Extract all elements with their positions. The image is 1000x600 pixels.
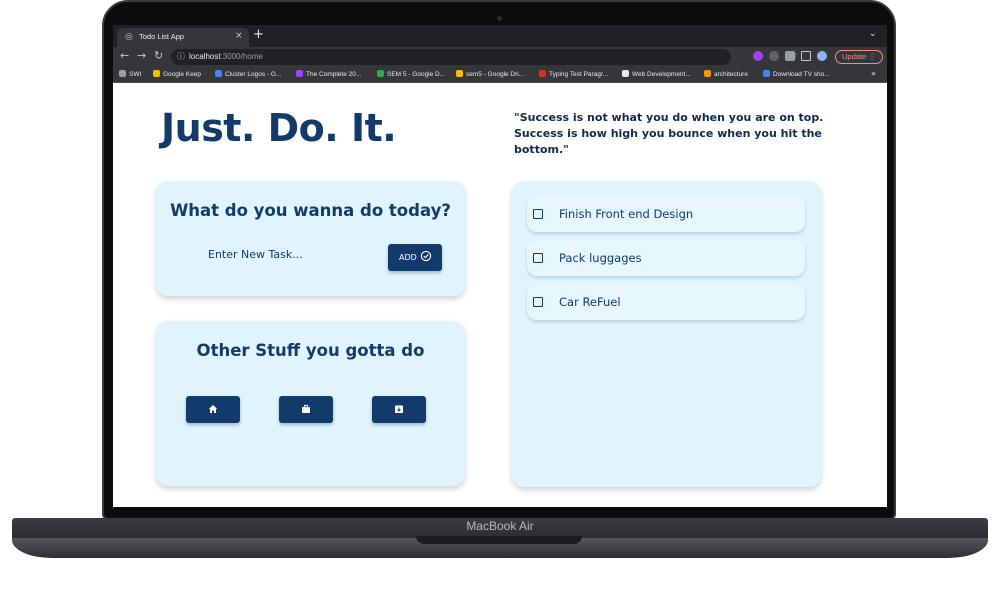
bookmark-label: The Complete 20...: [306, 71, 362, 78]
bookmark[interactable]: Typing Test Paragr...: [539, 70, 608, 78]
category-work-button[interactable]: [279, 396, 333, 423]
extension-icon[interactable]: [769, 51, 779, 61]
todo-item[interactable]: Car ReFuel: [527, 284, 805, 320]
puzzle-icon[interactable]: [785, 51, 795, 61]
add-button-label: ADD: [399, 253, 417, 262]
bookmark-icon: [119, 70, 126, 77]
bookmark-label: SWI: [129, 71, 142, 78]
bookmark[interactable]: Web Development...: [622, 70, 691, 78]
page-title: Just. Do. It.: [161, 106, 397, 150]
browser-tab-bar: ◎ Todo List App × + ⌄: [113, 25, 887, 47]
add-task-card: What do you wanna do today? ADD: [156, 181, 465, 296]
bookmark-label: architecture: [714, 71, 748, 78]
bookmark[interactable]: sem5 - Google Dri...: [456, 70, 524, 78]
category-home-button[interactable]: [186, 396, 240, 423]
bookmarks-bar: SWI Google Keep Cluster Logos - G... The…: [113, 67, 887, 83]
bookmark-label: Cluster Logos - G...: [225, 71, 282, 78]
address-bar[interactable]: ⓘ localhost:3000/home ⇪ ☆: [171, 49, 798, 65]
check-circle-icon: [420, 250, 432, 262]
add-task-button[interactable]: ADD: [388, 244, 442, 271]
task-input[interactable]: [208, 243, 378, 265]
chevron-down-icon[interactable]: ⌄: [869, 29, 877, 39]
categories-heading: Other Stuff you gotta do: [196, 341, 425, 360]
bookmark-label: Typing Test Paragr...: [549, 71, 609, 78]
bookmark-icon: [153, 70, 160, 77]
quote-text: "Success is not what you do when you are…: [514, 111, 824, 156]
bookmark-label: Download TV sho...: [773, 71, 830, 78]
bookmark-icon: [704, 70, 711, 77]
bookmark-icon: [622, 70, 629, 77]
todo-checkbox[interactable]: [533, 253, 543, 263]
bookmark[interactable]: The Complete 20...: [296, 70, 361, 78]
avatar[interactable]: [817, 51, 827, 61]
todo-item[interactable]: Finish Front end Design: [527, 196, 805, 232]
globe-icon: ◎: [125, 32, 133, 42]
url-text: localhost:3000/home: [189, 52, 263, 61]
info-icon[interactable]: ⓘ: [177, 51, 185, 62]
archive-icon: [395, 405, 403, 413]
forward-icon[interactable]: →: [137, 49, 146, 62]
bookmark-label: SEM 5 - Google D...: [387, 71, 446, 78]
bookmark-icon: [539, 70, 546, 77]
bookmark-icon: [763, 70, 770, 77]
url-path: :3000/home: [220, 52, 263, 61]
bookmark[interactable]: Download TV sho...: [763, 70, 830, 78]
todo-checkbox[interactable]: [533, 209, 543, 219]
todo-checkbox[interactable]: [533, 297, 543, 307]
add-task-heading: What do you wanna do today?: [170, 201, 451, 220]
bookmark[interactable]: SEM 5 - Google D...: [377, 70, 445, 78]
laptop-notch: [416, 536, 582, 544]
category-other-button[interactable]: [372, 396, 426, 423]
bookmark-icon: [296, 70, 303, 77]
reload-icon[interactable]: ↻: [154, 49, 163, 62]
update-button[interactable]: Update ⋮: [835, 50, 883, 64]
bookmark-icon: [377, 70, 384, 77]
todo-item[interactable]: Pack luggages: [527, 240, 805, 276]
briefcase-icon: [302, 404, 310, 413]
close-icon[interactable]: ×: [235, 31, 243, 41]
todo-app: Just. Do. It. "Success is not what you d…: [113, 84, 887, 507]
extension-icon[interactable]: [753, 51, 763, 61]
bookmark[interactable]: Cluster Logos - G...: [215, 70, 281, 78]
bookmark-label: Google Keep: [163, 71, 201, 78]
todo-text: Finish Front end Design: [559, 207, 694, 221]
bookmark-label: Web Development...: [632, 71, 691, 78]
categories-card: Other Stuff you gotta do: [156, 321, 465, 486]
browser-tab[interactable]: ◎ Todo List App ×: [117, 28, 249, 47]
bookmark-icon: [215, 70, 222, 77]
sidebar-icon[interactable]: [801, 51, 811, 61]
browser-toolbar: ← → ↻ ⓘ localhost:3000/home ⇪ ☆ Update ⋮: [113, 47, 887, 67]
bookmark-label: sem5 - Google Dri...: [466, 71, 525, 78]
todo-text: Pack luggages: [559, 251, 642, 265]
bookmark-icon: [456, 70, 463, 77]
screen: ◎ Todo List App × + ⌄ ← → ↻ ⓘ localhost:…: [113, 25, 887, 507]
chevron-right-icon[interactable]: »: [871, 69, 876, 78]
device-label: MacBook Air: [466, 519, 534, 533]
home-icon: [208, 405, 218, 413]
back-icon[interactable]: ←: [120, 49, 129, 62]
todo-list-card: Finish Front end Design Pack luggages Ca…: [512, 181, 821, 487]
update-label: Update: [842, 52, 867, 61]
camera: [497, 16, 502, 21]
todo-text: Car ReFuel: [559, 295, 621, 309]
bookmark[interactable]: Google Keep: [153, 70, 201, 78]
bookmark[interactable]: architecture: [704, 70, 748, 78]
bookmark[interactable]: SWI: [119, 70, 141, 78]
url-host: localhost: [189, 52, 221, 61]
new-tab-icon[interactable]: +: [253, 27, 264, 42]
tab-title: Todo List App: [139, 32, 185, 41]
